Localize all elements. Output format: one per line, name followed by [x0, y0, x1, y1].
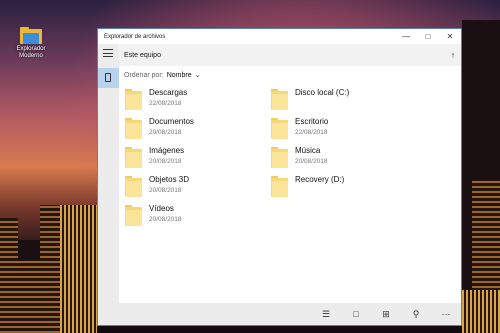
item-date: 22/08/2018 [295, 129, 328, 136]
wallpaper-building [462, 290, 500, 333]
list-item[interactable]: Imágenes 20/08/2018 [125, 146, 235, 174]
item-name: Disco local (C:) [295, 88, 350, 97]
sort-value: Nombre [166, 71, 192, 79]
maximize-icon[interactable]: □ [417, 29, 439, 44]
window-title: Explorador de archivos [104, 33, 166, 40]
folder-icon [271, 176, 289, 197]
device-icon [105, 73, 111, 82]
new-item-icon[interactable]: □ [341, 309, 371, 319]
item-name: Objetos 3D [149, 175, 190, 184]
folder-icon [271, 147, 289, 168]
list-item[interactable]: Música 20/08/2018 [271, 146, 381, 174]
desktop-icon-label-line2: Moderno [19, 53, 43, 59]
item-date: 20/08/2018 [149, 216, 182, 223]
item-name: Vídeos [149, 204, 174, 213]
folder-icon [125, 176, 143, 197]
folder-icon [125, 147, 143, 168]
desktop-icon-label-line1: Explorador [16, 46, 46, 52]
current-location: Este equipo [124, 51, 161, 59]
list-view-icon[interactable]: ☰ [311, 309, 341, 320]
close-icon[interactable]: ✕ [439, 29, 461, 44]
desktop-icon-explorer[interactable]: Explorador Moderno [14, 27, 48, 60]
item-date: 20/08/2018 [149, 158, 182, 165]
up-arrow-icon[interactable]: ↑ [445, 50, 461, 60]
more-icon[interactable]: ⋯ [431, 309, 461, 320]
title-bar[interactable]: Explorador de archivos — □ ✕ [98, 29, 461, 44]
folder-icon [125, 205, 143, 226]
item-date: 20/08/2018 [149, 129, 182, 136]
list-item[interactable]: Documentos 20/08/2018 [125, 117, 235, 145]
folder-icon [271, 118, 289, 139]
list-item[interactable]: Disco local (C:) [271, 88, 381, 116]
grid-view-icon[interactable]: ⊞ [371, 309, 401, 320]
list-item[interactable]: Descargas 22/08/2018 [125, 88, 235, 116]
item-date: 22/08/2018 [149, 100, 182, 107]
location-header: Este equipo ↑ [119, 44, 461, 66]
file-explorer-window: Explorador de archivos — □ ✕ Este equipo… [97, 28, 462, 326]
sort-label: Ordenar por: [124, 71, 164, 79]
list-item[interactable]: Recovery (D:) [271, 175, 381, 203]
sidebar-item-this-pc[interactable] [98, 68, 119, 88]
folder-icon [20, 27, 42, 44]
sort-control[interactable]: Ordenar por: Nombre ⌄ [119, 68, 461, 82]
command-bar: ☰ □ ⊞ ⚲ ⋯ [119, 303, 461, 325]
item-name: Descargas [149, 88, 188, 97]
folder-icon [125, 118, 143, 139]
list-item[interactable]: Escritorio 22/08/2018 [271, 117, 381, 145]
search-icon[interactable]: ⚲ [401, 309, 431, 320]
item-name: Escritorio [295, 117, 329, 126]
folder-icon [125, 89, 143, 110]
item-name: Música [295, 146, 321, 155]
list-item[interactable]: Vídeos 20/08/2018 [125, 204, 235, 232]
list-item[interactable]: Objetos 3D 20/08/2018 [125, 175, 235, 203]
hamburger-icon[interactable] [103, 49, 113, 57]
wallpaper-building [60, 205, 97, 333]
item-date: 20/08/2018 [295, 158, 328, 165]
chevron-down-icon: ⌄ [194, 72, 201, 79]
item-name: Documentos [149, 117, 194, 126]
folder-icon [271, 89, 289, 110]
minimize-icon[interactable]: — [395, 29, 417, 44]
item-date: 20/08/2018 [149, 187, 182, 194]
item-name: Recovery (D:) [295, 175, 345, 184]
item-name: Imágenes [149, 146, 185, 155]
wallpaper-building [0, 260, 60, 333]
sidebar [98, 44, 119, 325]
